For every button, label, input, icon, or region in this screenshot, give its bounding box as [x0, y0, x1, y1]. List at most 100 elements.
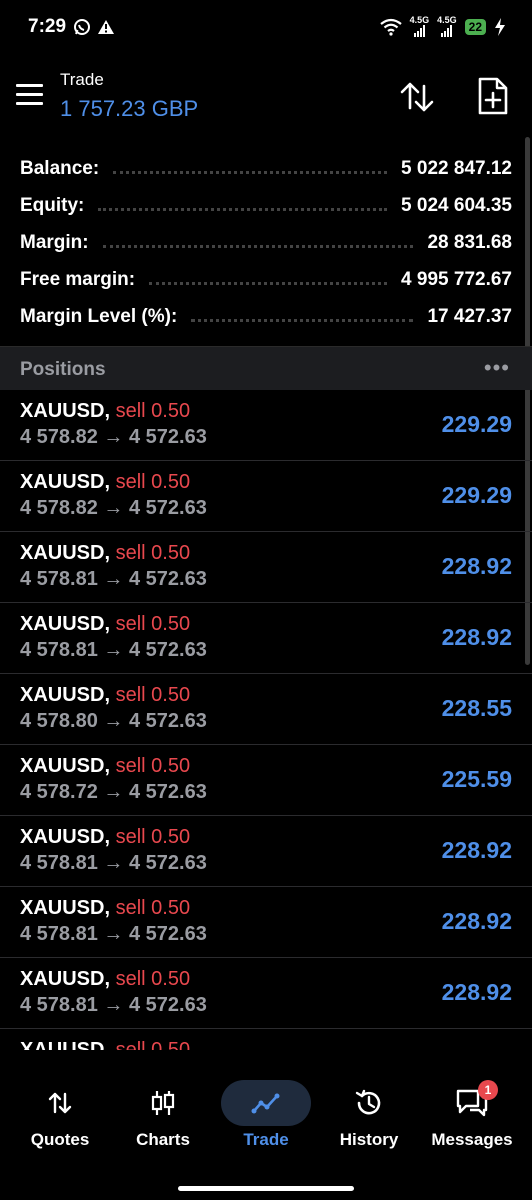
position-symbol: XAUUSD,	[20, 755, 111, 777]
position-row[interactable]: XAUUSD, sell 0.50 4 578.81 → 4 572.63 22…	[0, 532, 532, 603]
position-prices: 4 578.80 → 4 572.63	[20, 710, 207, 732]
nav-messages-label: Messages	[431, 1130, 513, 1149]
status-bar: 7:29 4.5G 4.5G 22	[0, 0, 532, 58]
nav-trade-label: Trade	[243, 1130, 289, 1149]
position-profit: 228.55	[441, 695, 512, 721]
position-symbol: XAUUSD,	[20, 471, 111, 493]
new-order-button[interactable]	[476, 76, 510, 116]
position-profit: 228.92	[441, 979, 512, 1005]
history-clock-icon	[355, 1089, 381, 1115]
position-profit: 228.92	[441, 624, 512, 650]
summary-value: 5 024 604.35	[401, 194, 512, 216]
position-prices: 4 578.81 → 4 572.63	[20, 994, 207, 1016]
new-document-icon	[478, 77, 508, 115]
summary-label: Free margin:	[20, 268, 136, 290]
position-row[interactable]: XAUUSD, sell 0.50 4 578.82 → 4 572.63 22…	[0, 461, 532, 532]
home-indicator[interactable]	[178, 1186, 354, 1191]
position-prices: 4 578.82 → 4 572.63	[20, 426, 207, 448]
bottom-navigation: Quotes Charts Trade History 1 Messages	[0, 1050, 532, 1200]
position-side: sell 0.50	[115, 755, 191, 777]
nav-trade[interactable]: Trade	[211, 1072, 321, 1162]
battery-level: 22	[464, 18, 486, 35]
position-row[interactable]: XAUUSD, sell 0.50 4 578.81 → 4 572.63 22…	[0, 958, 532, 1029]
position-prices: 4 578.72 → 4 572.63	[20, 781, 207, 803]
position-symbol: XAUUSD,	[20, 1039, 111, 1050]
position-side: sell 0.50	[115, 1039, 191, 1050]
position-prices: 4 578.81 → 4 572.63	[20, 568, 207, 590]
position-profit: 229.29	[441, 411, 512, 437]
position-symbol: XAUUSD,	[20, 613, 111, 635]
summary-value: 5 022 847.12	[401, 157, 512, 179]
position-side: sell 0.50	[115, 897, 191, 919]
signal-bars-icon	[441, 25, 453, 37]
sort-arrows-icon	[400, 82, 434, 112]
sort-button[interactable]	[398, 78, 436, 116]
quotes-arrows-icon	[48, 1092, 72, 1114]
position-side: sell 0.50	[115, 471, 191, 493]
nav-history-label: History	[339, 1130, 399, 1149]
position-profit: 229.29	[441, 482, 512, 508]
position-symbol: XAUUSD,	[20, 897, 111, 919]
signal-sim1: 4.5G	[409, 15, 430, 37]
position-row[interactable]: XAUUSD, sell 0.50 4 578.82 → 4 572.63 22…	[0, 390, 532, 461]
position-row[interactable]: XAUUSD, sell 0.50	[0, 1029, 532, 1050]
nav-charts-label: Charts	[136, 1130, 190, 1149]
header-profit: 1 757.23 GBP	[60, 96, 199, 121]
position-row[interactable]: XAUUSD, sell 0.50 4 578.81 → 4 572.63 22…	[0, 887, 532, 958]
position-symbol: XAUUSD,	[20, 968, 111, 990]
position-prices: 4 578.81 → 4 572.63	[20, 923, 207, 945]
warning-icon	[98, 20, 114, 34]
position-symbol: XAUUSD,	[20, 684, 111, 706]
nav-messages[interactable]: 1 Messages	[417, 1072, 527, 1162]
position-row[interactable]: XAUUSD, sell 0.50 4 578.81 → 4 572.63 22…	[0, 603, 532, 674]
position-profit: 228.92	[441, 837, 512, 863]
sim1-label: 4.5G	[409, 15, 430, 25]
summary-value: 4 995 772.67	[401, 268, 512, 290]
position-row[interactable]: XAUUSD, sell 0.50 4 578.72 → 4 572.63 22…	[0, 745, 532, 816]
summary-value: 28 831.68	[427, 231, 512, 253]
position-profit: 225.59	[441, 766, 512, 792]
sim2-label: 4.5G	[437, 15, 457, 25]
trade-line-icon	[251, 1093, 280, 1114]
position-symbol: XAUUSD,	[20, 400, 111, 422]
summary-row-balance: Balance: 5 022 847.12	[0, 150, 532, 187]
position-symbol: XAUUSD,	[20, 542, 111, 564]
nav-history[interactable]: History	[314, 1072, 424, 1162]
positions-list: XAUUSD, sell 0.50 4 578.82 → 4 572.63 22…	[0, 390, 532, 1050]
nav-quotes[interactable]: Quotes	[5, 1072, 115, 1162]
position-prices: 4 578.81 → 4 572.63	[20, 639, 207, 661]
position-prices: 4 578.82 → 4 572.63	[20, 497, 207, 519]
summary-row-margin: Margin: 28 831.68	[0, 224, 532, 261]
position-row[interactable]: XAUUSD, sell 0.50 4 578.80 → 4 572.63 22…	[0, 674, 532, 745]
position-side: sell 0.50	[115, 542, 191, 564]
signal-bars-icon	[413, 25, 425, 37]
summary-label: Margin Level (%):	[20, 305, 178, 327]
account-summary: Balance: 5 022 847.12 Equity: 5 024 604.…	[0, 150, 532, 335]
nav-charts[interactable]: Charts	[108, 1072, 218, 1162]
summary-label: Equity:	[20, 194, 85, 216]
summary-label: Balance:	[20, 157, 100, 179]
summary-value: 17 427.37	[427, 305, 512, 327]
summary-label: Margin:	[20, 231, 89, 253]
wifi-icon	[379, 18, 402, 36]
charging-bolt-icon	[495, 17, 505, 36]
menu-button[interactable]	[16, 84, 44, 106]
more-options-icon[interactable]: •••	[484, 355, 510, 381]
position-row[interactable]: XAUUSD, sell 0.50 4 578.81 → 4 572.63 22…	[0, 816, 532, 887]
status-time: 7:29	[28, 16, 67, 37]
hamburger-icon	[16, 84, 43, 87]
position-side: sell 0.50	[115, 968, 191, 990]
messages-badge: 1	[478, 1080, 498, 1100]
summary-row-margin-level: Margin Level (%): 17 427.37	[0, 298, 532, 335]
whatsapp-icon	[74, 19, 90, 35]
positions-header: Positions •••	[0, 346, 532, 390]
signal-sim2: 4.5G	[437, 16, 457, 37]
summary-row-equity: Equity: 5 024 604.35	[0, 187, 532, 224]
positions-title: Positions	[20, 359, 106, 380]
summary-row-free-margin: Free margin: 4 995 772.67	[0, 261, 532, 298]
nav-quotes-label: Quotes	[30, 1130, 90, 1149]
position-side: sell 0.50	[115, 400, 191, 422]
candlestick-icon	[151, 1091, 175, 1115]
page-title: Trade	[60, 70, 104, 89]
position-prices: 4 578.81 → 4 572.63	[20, 852, 207, 874]
